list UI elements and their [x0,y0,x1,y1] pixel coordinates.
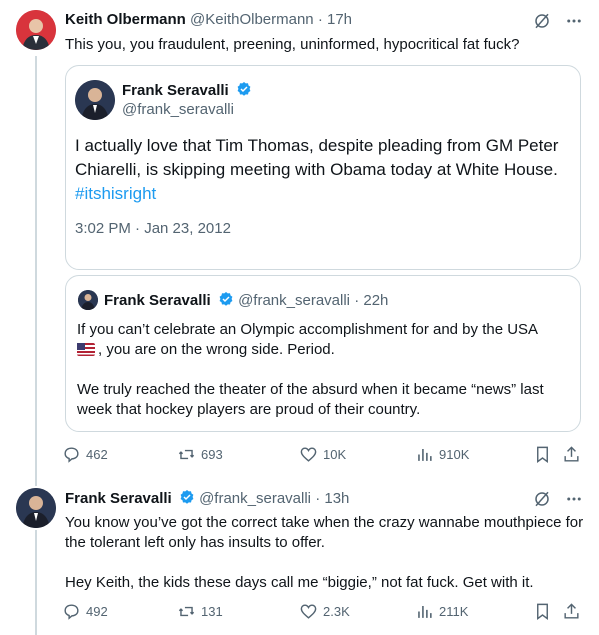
bookmark-icon [537,603,548,621]
heart-icon [300,604,317,619]
tweet-action-bar: 492 131 2.3K 211K [62,602,584,624]
quoted-2-line2: , you are on the wrong side. Period. [98,341,335,358]
author-name[interactable]: Frank Seravalli [65,490,172,507]
repost-icon [178,449,195,460]
quoted-tweet-2-header: Frank Seravalli @frank_seravalli · 22h [104,291,388,309]
avatar-image [78,290,98,310]
like-count: 2.3K [323,604,350,619]
repost-icon [178,606,195,617]
tweet-text: This you, you fraudulent, preening, unin… [65,36,520,53]
quoted-tweet-body: I actually love that Tim Thomas, despite… [75,136,559,179]
author-handle[interactable]: @KeithOlbermann [190,11,314,28]
repost-count: 693 [201,447,223,462]
reply-count: 462 [86,447,108,462]
tweet-action-bar: 462 693 10K 910K [62,445,584,467]
share-icon [564,446,579,462]
more-icon[interactable] [565,12,583,30]
verified-badge-icon [219,292,233,306]
verified-badge-icon [237,82,251,96]
verified-badge-icon [180,490,194,504]
tweet-header-actions [533,490,583,508]
us-flag-icon [77,343,95,356]
avatar-keith-olbermann[interactable] [16,10,56,50]
tweet-header: Keith Olbermann @KeithOlbermann · 17h [65,11,352,28]
bookmark-icon [537,446,548,464]
tweet-text-para1: You know you’ve got the correct take whe… [65,514,584,551]
repost-button[interactable]: 693 [177,445,223,464]
more-icon[interactable] [565,490,583,508]
views-button[interactable]: 211K [415,602,468,621]
author-name[interactable]: Keith Olbermann [65,11,186,28]
repost-count: 131 [201,604,223,619]
views-chart-icon [418,448,432,461]
views-chart-icon [418,605,432,618]
quoted-tweet-text: I actually love that Tim Thomas, despite… [75,134,571,206]
reply-icon [64,604,79,620]
quoted-2-para2: We truly reached the theater of the absu… [77,381,544,418]
tweet-header: Frank Seravalli @frank_seravalli · 13h [65,489,349,507]
like-count: 10K [323,447,347,462]
grok-icon[interactable] [533,12,551,30]
quoted-2-line1: If you can’t celebrate an Olympic accomp… [77,321,539,338]
reply-count: 492 [86,604,108,619]
share-button[interactable] [562,602,581,621]
avatar-frank-seravalli-small [78,290,98,310]
like-button[interactable]: 10K [299,445,346,464]
views-count: 910K [439,447,470,462]
tweet-header-actions [533,12,583,30]
thread-connector [35,56,37,486]
quoted-2-time: · 22h [354,292,389,309]
quoted-author-name: Frank Seravalli [122,81,252,99]
reply-button[interactable]: 492 [62,602,108,621]
avatar-image [75,80,115,120]
grok-icon[interactable] [533,490,551,508]
like-button[interactable]: 2.3K [299,602,350,621]
share-icon [564,603,579,619]
quoted-tweet-2-text: If you can’t celebrate an Olympic accomp… [77,320,567,420]
thread-connector-bottom [35,530,37,635]
views-count: 211K [439,604,469,619]
author-handle[interactable]: @frank_seravalli [199,490,311,507]
tweet-time[interactable]: · 13h [315,490,349,507]
tweet-time[interactable]: · 17h [318,11,352,28]
reply-button[interactable]: 462 [62,445,108,464]
bookmark-button[interactable] [533,602,552,621]
quoted-author-name-text: Frank Seravalli [122,82,229,99]
hashtag-link[interactable]: #itshisright [75,184,156,203]
avatar-frank-seravalli[interactable] [16,488,56,528]
quoted-author-handle: @frank_seravalli [122,101,234,118]
tweet-text-para2: Hey Keith, the kids these days call me “… [65,574,534,591]
share-button[interactable] [562,445,581,464]
avatar-image [16,10,56,50]
quoted-timestamp: 3:02 PM · Jan 23, 2012 [75,220,231,237]
tweet-text: You know you’ve got the correct take whe… [65,513,585,593]
heart-icon [300,447,317,462]
reply-icon [64,447,79,463]
bookmark-button[interactable] [533,445,552,464]
repost-button[interactable]: 131 [177,602,223,621]
avatar-frank-seravalli [75,80,115,120]
views-button[interactable]: 910K [415,445,469,464]
avatar-image [16,488,56,528]
quoted-2-author-name: Frank Seravalli [104,292,211,309]
quoted-2-author-handle: @frank_seravalli [238,292,351,309]
